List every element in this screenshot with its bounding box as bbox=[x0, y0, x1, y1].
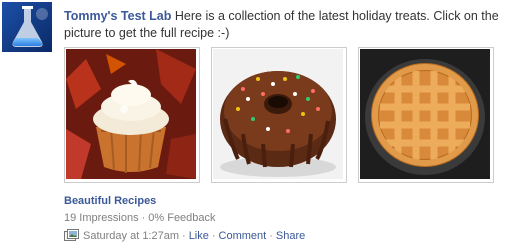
author-link[interactable]: Tommy's Test Lab bbox=[64, 9, 171, 23]
insights-line: 19 Impressions · 0% Feedback bbox=[64, 212, 216, 224]
photo-album-icon bbox=[64, 229, 79, 241]
lattice-pie-photo[interactable] bbox=[358, 47, 494, 183]
bundt-cake-photo[interactable] bbox=[211, 47, 347, 183]
attachment-title[interactable]: Beautiful Recipes bbox=[64, 195, 156, 207]
like-link[interactable]: Like bbox=[189, 230, 209, 242]
separator-dot: · bbox=[269, 230, 273, 242]
comment-link[interactable]: Comment bbox=[219, 230, 267, 242]
post-meta: Saturday at 1:27am · Like · Comment · Share bbox=[64, 229, 305, 243]
share-link[interactable]: Share bbox=[276, 230, 305, 242]
separator-dot: · bbox=[182, 230, 186, 242]
page-avatar[interactable] bbox=[2, 2, 52, 52]
post-text: Tommy's Test Lab Here is a collection of… bbox=[64, 8, 519, 42]
post-timestamp[interactable]: Saturday at 1:27am bbox=[83, 230, 179, 242]
feedback-rate: 0% Feedback bbox=[148, 212, 216, 224]
impressions-count: 19 Impressions bbox=[64, 212, 139, 224]
separator-dot: · bbox=[141, 212, 146, 224]
separator-dot: · bbox=[211, 230, 216, 242]
cupcake-photo[interactable] bbox=[64, 47, 200, 183]
